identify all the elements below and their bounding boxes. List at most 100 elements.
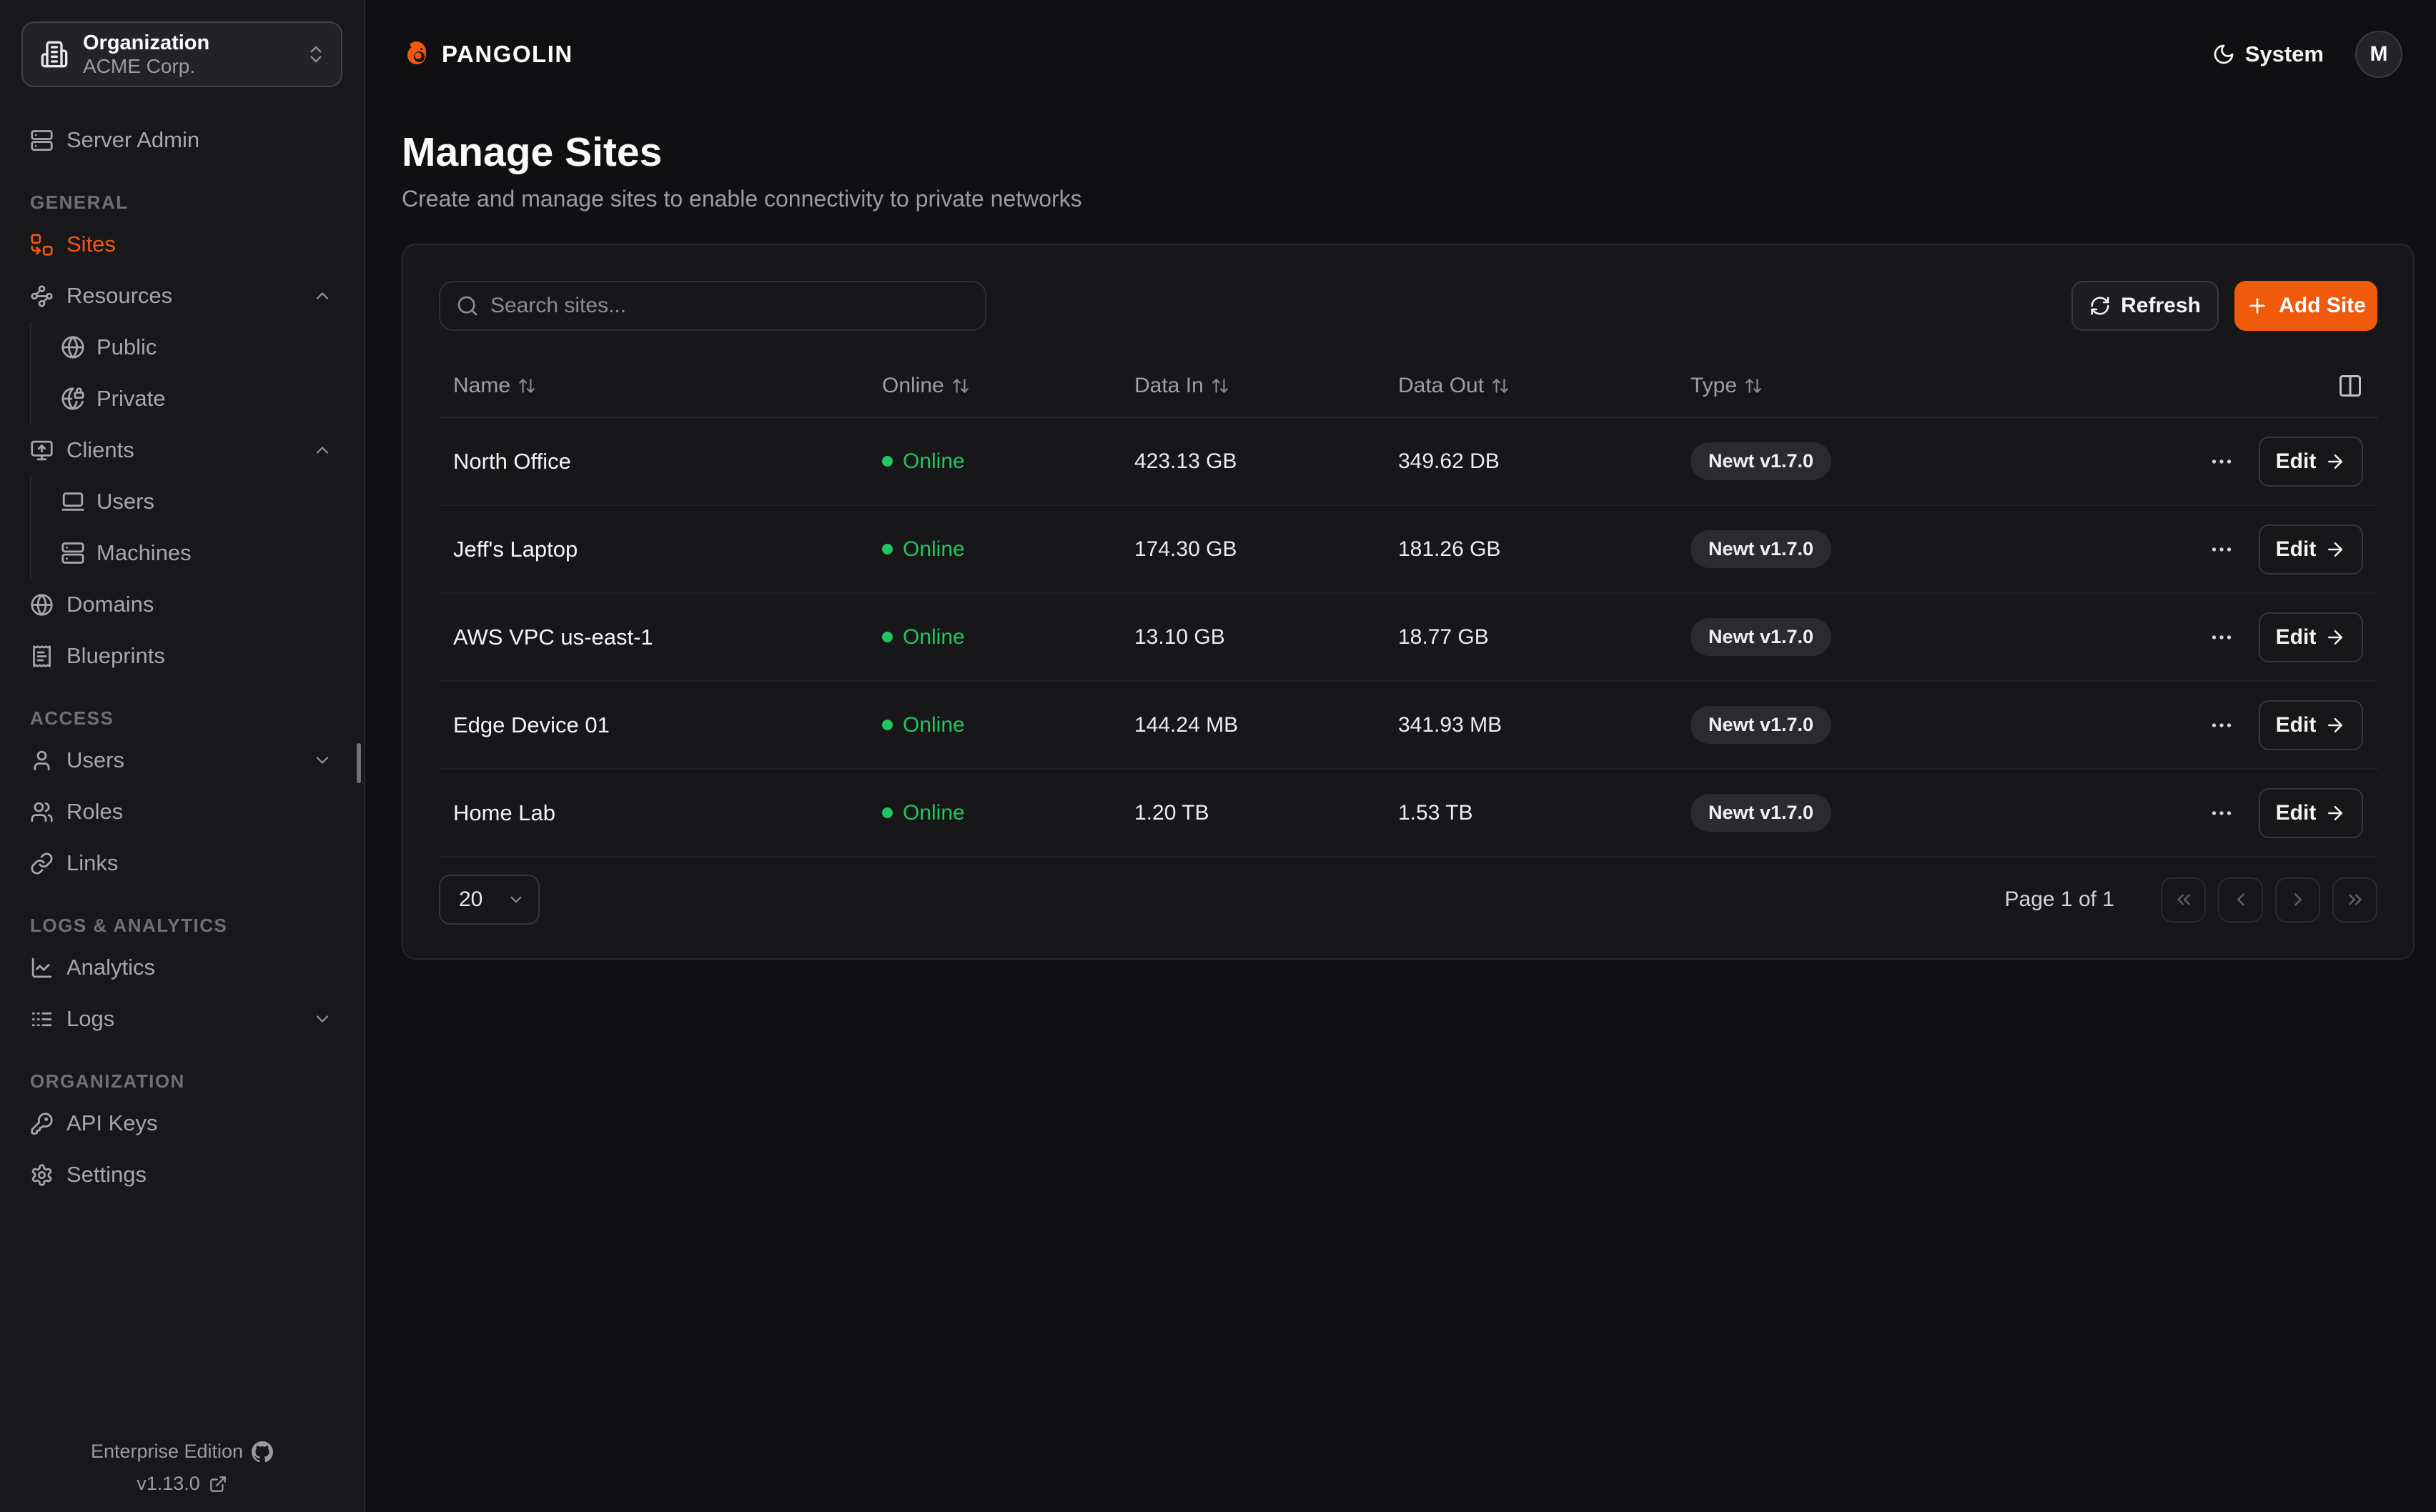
edit-button[interactable]: Edit — [2259, 524, 2363, 575]
sidebar-item-label: Roles — [66, 799, 332, 825]
org-switcher-value: ACME Corp. — [83, 55, 291, 78]
edit-label: Edit — [2276, 625, 2317, 650]
refresh-button[interactable]: Refresh — [2071, 281, 2219, 331]
row-menu-button[interactable] — [2209, 712, 2234, 738]
sidebar-item-roles[interactable]: Roles — [0, 786, 364, 837]
sidebar-item-logs[interactable]: Logs — [0, 993, 364, 1045]
main-area: PANGOLIN System M Manage Sites Create an… — [365, 0, 2436, 1512]
online-dot-icon — [882, 544, 893, 554]
table-row: AWS VPC us-east-1 Online 13.10 GB 18.77 … — [439, 594, 2377, 682]
page-size-select[interactable]: 20 — [439, 875, 540, 925]
section-title-organization: ORGANIZATION — [0, 1070, 364, 1092]
theme-toggle[interactable]: System — [2212, 41, 2324, 67]
page-info: Page 1 of 1 — [2005, 887, 2114, 912]
edit-button[interactable]: Edit — [2259, 437, 2363, 487]
arrow-right-icon — [2324, 451, 2346, 472]
chevrons-right-icon — [2345, 889, 2366, 910]
data-in-value: 423.13 GB — [1120, 449, 1384, 474]
page-title: Manage Sites — [402, 129, 2436, 176]
chevron-up-icon — [312, 286, 332, 306]
github-icon[interactable] — [252, 1441, 273, 1463]
search-input[interactable] — [490, 294, 969, 318]
sidebar-footer: Enterprise Edition v1.13.0 — [0, 1441, 364, 1495]
brand-logo[interactable]: PANGOLIN — [402, 39, 573, 70]
version-label[interactable]: v1.13.0 — [137, 1473, 200, 1495]
receipt-icon — [30, 645, 54, 668]
org-switcher[interactable]: Organization ACME Corp. — [21, 21, 342, 87]
sidebar: Organization ACME Corp. Server Admin GEN… — [0, 0, 365, 1512]
sidebar-item-label: Private — [96, 386, 332, 412]
status-label: Online — [903, 625, 965, 650]
sidebar-item-analytics[interactable]: Analytics — [0, 942, 364, 993]
edit-button[interactable]: Edit — [2259, 700, 2363, 750]
edit-label: Edit — [2276, 801, 2317, 825]
sidebar-item-links[interactable]: Links — [0, 837, 364, 889]
row-menu-button[interactable] — [2209, 625, 2234, 650]
globe-icon — [61, 335, 85, 359]
server-icon — [30, 129, 54, 152]
last-page-button[interactable] — [2332, 877, 2377, 922]
column-visibility-button[interactable] — [2337, 373, 2363, 399]
sidebar-item-label: Users — [66, 747, 299, 773]
sidebar-scrollbar-thumb[interactable] — [357, 743, 361, 783]
external-link-icon[interactable] — [209, 1475, 227, 1493]
data-out-value: 18.77 GB — [1384, 625, 1676, 650]
sidebar-item-public[interactable]: Public — [31, 322, 364, 373]
data-in-value: 144.24 MB — [1120, 713, 1384, 737]
sidebar-item-client-users[interactable]: Users — [31, 476, 364, 527]
edit-label: Edit — [2276, 537, 2317, 562]
monitor-up-icon — [30, 439, 54, 462]
sidebar-item-resources[interactable]: Resources — [0, 270, 364, 322]
column-header-data-in[interactable]: Data In — [1120, 374, 1384, 398]
page-size-value: 20 — [459, 887, 482, 912]
next-page-button[interactable] — [2275, 877, 2320, 922]
type-badge: Newt v1.7.0 — [1690, 706, 1831, 744]
ellipsis-icon — [2209, 625, 2234, 650]
gear-icon — [30, 1163, 54, 1187]
online-dot-icon — [882, 632, 893, 642]
column-header-data-out[interactable]: Data Out — [1384, 374, 1676, 398]
sidebar-item-server-admin[interactable]: Server Admin — [0, 114, 364, 166]
sidebar-item-private[interactable]: Private — [31, 373, 364, 424]
waypoints-icon — [30, 284, 54, 308]
section-title-logs-analytics: LOGS & ANALYTICS — [0, 915, 364, 936]
row-menu-button[interactable] — [2209, 449, 2234, 474]
table-header-row: Name Online Data In Data Out — [439, 355, 2377, 418]
data-out-value: 181.26 GB — [1384, 537, 1676, 562]
column-header-name[interactable]: Name — [439, 374, 868, 398]
sidebar-item-label: Machines — [96, 540, 332, 566]
edit-button[interactable]: Edit — [2259, 788, 2363, 838]
sort-icon — [1744, 377, 1763, 395]
sidebar-item-machines[interactable]: Machines — [31, 527, 364, 579]
prev-page-button[interactable] — [2218, 877, 2263, 922]
site-name: Edge Device 01 — [439, 712, 868, 738]
sidebar-item-blueprints[interactable]: Blueprints — [0, 630, 364, 682]
page-subtitle: Create and manage sites to enable connec… — [402, 186, 2436, 212]
column-header-type[interactable]: Type — [1676, 374, 2077, 398]
avatar[interactable]: M — [2355, 31, 2402, 78]
pagination-bar: 20 Page 1 of 1 — [439, 875, 2377, 925]
online-dot-icon — [882, 807, 893, 818]
row-menu-button[interactable] — [2209, 800, 2234, 826]
edit-button[interactable]: Edit — [2259, 612, 2363, 662]
status-badge: Online — [868, 713, 1120, 737]
status-label: Online — [903, 713, 965, 737]
sidebar-item-domains[interactable]: Domains — [0, 579, 364, 630]
sidebar-item-settings[interactable]: Settings — [0, 1149, 364, 1200]
status-label: Online — [903, 449, 965, 474]
sidebar-item-api-keys[interactable]: API Keys — [0, 1098, 364, 1149]
sidebar-item-label: Sites — [66, 232, 332, 257]
sidebar-item-sites[interactable]: Sites — [0, 219, 364, 270]
chevron-down-icon — [312, 1009, 332, 1029]
section-title-general: GENERAL — [0, 192, 364, 213]
resources-subgroup: Public Private — [30, 322, 364, 424]
column-header-online[interactable]: Online — [868, 374, 1120, 398]
first-page-button[interactable] — [2161, 877, 2206, 922]
row-menu-button[interactable] — [2209, 537, 2234, 562]
link-icon — [30, 852, 54, 875]
sidebar-item-label: Analytics — [66, 955, 332, 980]
sidebar-item-clients[interactable]: Clients — [0, 424, 364, 476]
sidebar-item-label: Logs — [66, 1006, 299, 1032]
sidebar-item-users[interactable]: Users — [0, 735, 364, 786]
add-site-button[interactable]: Add Site — [2234, 281, 2377, 331]
